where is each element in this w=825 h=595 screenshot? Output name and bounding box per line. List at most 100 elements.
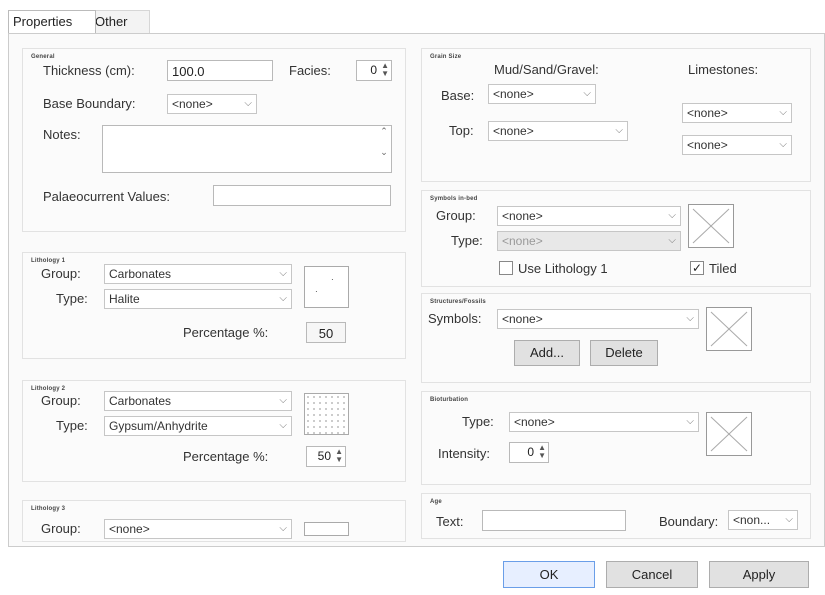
bioturbation-type-value: <none> (514, 415, 555, 429)
grain-size-group: Grain Size Mud/Sand/Gravel: Limestones: … (421, 48, 811, 182)
tab-other[interactable]: Other (90, 10, 150, 33)
limestones-top-select[interactable]: <none> ⌵ (682, 135, 792, 155)
lithology2-type-label: Type: (56, 418, 88, 433)
lithology2-type-value: Gypsum/Anhydrite (109, 419, 208, 433)
lithology1-group-label: Group: (41, 266, 81, 281)
chevron-down-icon: ⌵ (583, 88, 591, 99)
lithology3-title: Lithology 3 (31, 506, 66, 512)
symbol-preview-empty-icon (688, 204, 734, 248)
chevron-down-icon: ⌵ (785, 514, 793, 525)
lithology3-group-label: Group: (41, 521, 81, 536)
bioturbation-title: Bioturbation (430, 397, 469, 403)
lithology2-percentage-spinbox[interactable]: 50 ▲ ▼ (306, 446, 346, 467)
chevron-down-icon: ⌵ (779, 139, 787, 150)
lithology1-percentage-label: Percentage %: (183, 325, 269, 340)
tab-bar: Properties Other (8, 10, 823, 34)
bioturbation-group: Bioturbation Type: <none> ⌵ Intensity: 0… (421, 391, 811, 485)
limestones-base-select[interactable]: <none> ⌵ (682, 103, 792, 123)
age-group: Age Text: Boundary: <non... ⌵ (421, 493, 811, 539)
lithology2-group-value: Carbonates (109, 394, 172, 408)
tiled-label: Tiled (709, 261, 737, 276)
grain-base-value: <none> (493, 87, 534, 101)
structures-symbols-label: Symbols: (428, 311, 482, 326)
lithology2-type-select[interactable]: Gypsum/Anhydrite ⌵ (104, 416, 292, 436)
symbols-group-value: <none> (502, 209, 543, 223)
notes-scrollbar[interactable]: ⌃ ⌄ (377, 126, 391, 172)
chevron-down-icon: ⌵ (686, 416, 694, 427)
chevron-down-icon: ⌵ (686, 313, 694, 324)
age-text-input[interactable] (482, 510, 626, 531)
lithology1-type-label: Type: (56, 291, 88, 306)
spin-updown-icon[interactable]: ▲ ▼ (381, 62, 389, 78)
lithology3-group-select[interactable]: <none> ⌵ (104, 519, 292, 539)
facies-spinbox[interactable]: 0 ▲ ▼ (356, 60, 392, 81)
lithology1-pattern-preview: · · (304, 266, 349, 308)
structure-preview-empty-icon (706, 307, 752, 351)
structures-fossils-group: Structures/Fossils Symbols: <none> ⌵ Add… (421, 293, 811, 383)
age-title: Age (430, 499, 442, 505)
lithology1-type-select[interactable]: Halite ⌵ (104, 289, 292, 309)
intensity-value: 0 (527, 445, 534, 459)
base-boundary-select[interactable]: <none> ⌵ (167, 94, 257, 114)
age-boundary-label: Boundary: (659, 514, 719, 529)
notes-textarea[interactable]: ⌃ ⌄ (102, 125, 392, 173)
structures-symbols-select[interactable]: <none> ⌵ (497, 309, 699, 329)
symbols-type-select[interactable]: <none> ⌵ (497, 231, 681, 251)
symbols-inbed-title: Symbols in-bed (430, 196, 478, 202)
intensity-spinbox[interactable]: 0 ▲ ▼ (509, 442, 549, 463)
lithology2-percentage-value: 50 (317, 449, 331, 463)
symbols-type-value: <none> (502, 234, 543, 248)
grain-top-label: Top: (449, 123, 474, 138)
structures-symbols-value: <none> (502, 312, 543, 326)
chevron-down-icon: ⌵ (668, 235, 676, 246)
lithology2-group-select[interactable]: Carbonates ⌵ (104, 391, 292, 411)
apply-button[interactable]: Apply (709, 561, 809, 588)
dot-pattern-icon: · (315, 287, 318, 296)
grain-top-value: <none> (493, 124, 534, 138)
delete-structure-button[interactable]: Delete (590, 340, 658, 366)
cancel-button[interactable]: Cancel (606, 561, 698, 588)
lithology2-group: Lithology 2 Group: Carbonates ⌵ Type: Gy… (22, 380, 406, 482)
facies-value: 0 (370, 63, 377, 77)
use-lithology-checkbox[interactable] (499, 261, 513, 275)
ok-button[interactable]: OK (503, 561, 595, 588)
use-lithology-label: Use Lithology 1 (518, 261, 608, 276)
age-boundary-select[interactable]: <non... ⌵ (728, 510, 798, 530)
lithology2-percentage-label: Percentage %: (183, 449, 269, 464)
lithology1-group-select[interactable]: Carbonates ⌵ (104, 264, 292, 284)
palaeocurrent-input[interactable] (213, 185, 391, 206)
palaeocurrent-label: Palaeocurrent Values: (43, 189, 170, 204)
chevron-down-icon: ⌵ (668, 210, 676, 221)
base-boundary-label: Base Boundary: (43, 96, 136, 111)
lithology2-pattern-preview (304, 393, 349, 435)
limestones-label: Limestones: (688, 62, 759, 77)
grain-size-title: Grain Size (430, 54, 462, 60)
lithology3-pattern-preview (304, 522, 349, 536)
structures-fossils-title: Structures/Fossils (430, 299, 486, 305)
symbols-group-select[interactable]: <none> ⌵ (497, 206, 681, 226)
bioturbation-preview-empty-icon (706, 412, 752, 456)
lithology1-group: Lithology 1 Group: Carbonates ⌵ Type: Ha… (22, 252, 406, 359)
facies-label: Facies: (289, 63, 331, 78)
bioturbation-type-select[interactable]: <none> ⌵ (509, 412, 699, 432)
lithology1-percentage-input[interactable]: 50 (306, 322, 346, 343)
lithology1-type-value: Halite (109, 292, 140, 306)
general-title: General (31, 54, 55, 60)
notes-label: Notes: (43, 127, 81, 142)
grain-top-select[interactable]: <none> ⌵ (488, 121, 628, 141)
add-structure-button[interactable]: Add... (514, 340, 580, 366)
symbols-group-label: Group: (436, 208, 476, 223)
chevron-down-icon: ⌵ (279, 523, 287, 534)
bioturbation-type-label: Type: (462, 414, 494, 429)
grain-base-select[interactable]: <none> ⌵ (488, 84, 596, 104)
lithology3-group-value: <none> (109, 522, 150, 536)
dot-pattern-icon: · (331, 275, 334, 284)
spin-updown-icon[interactable]: ▲ ▼ (335, 448, 343, 464)
lithology1-title: Lithology 1 (31, 258, 66, 264)
thickness-input[interactable]: 100.0 (167, 60, 273, 81)
lithology2-group-label: Group: (41, 393, 81, 408)
tiled-checkbox[interactable]: ✓ (690, 261, 704, 275)
tab-properties[interactable]: Properties (8, 10, 96, 33)
symbols-type-label: Type: (451, 233, 483, 248)
spin-updown-icon[interactable]: ▲ ▼ (538, 444, 546, 460)
